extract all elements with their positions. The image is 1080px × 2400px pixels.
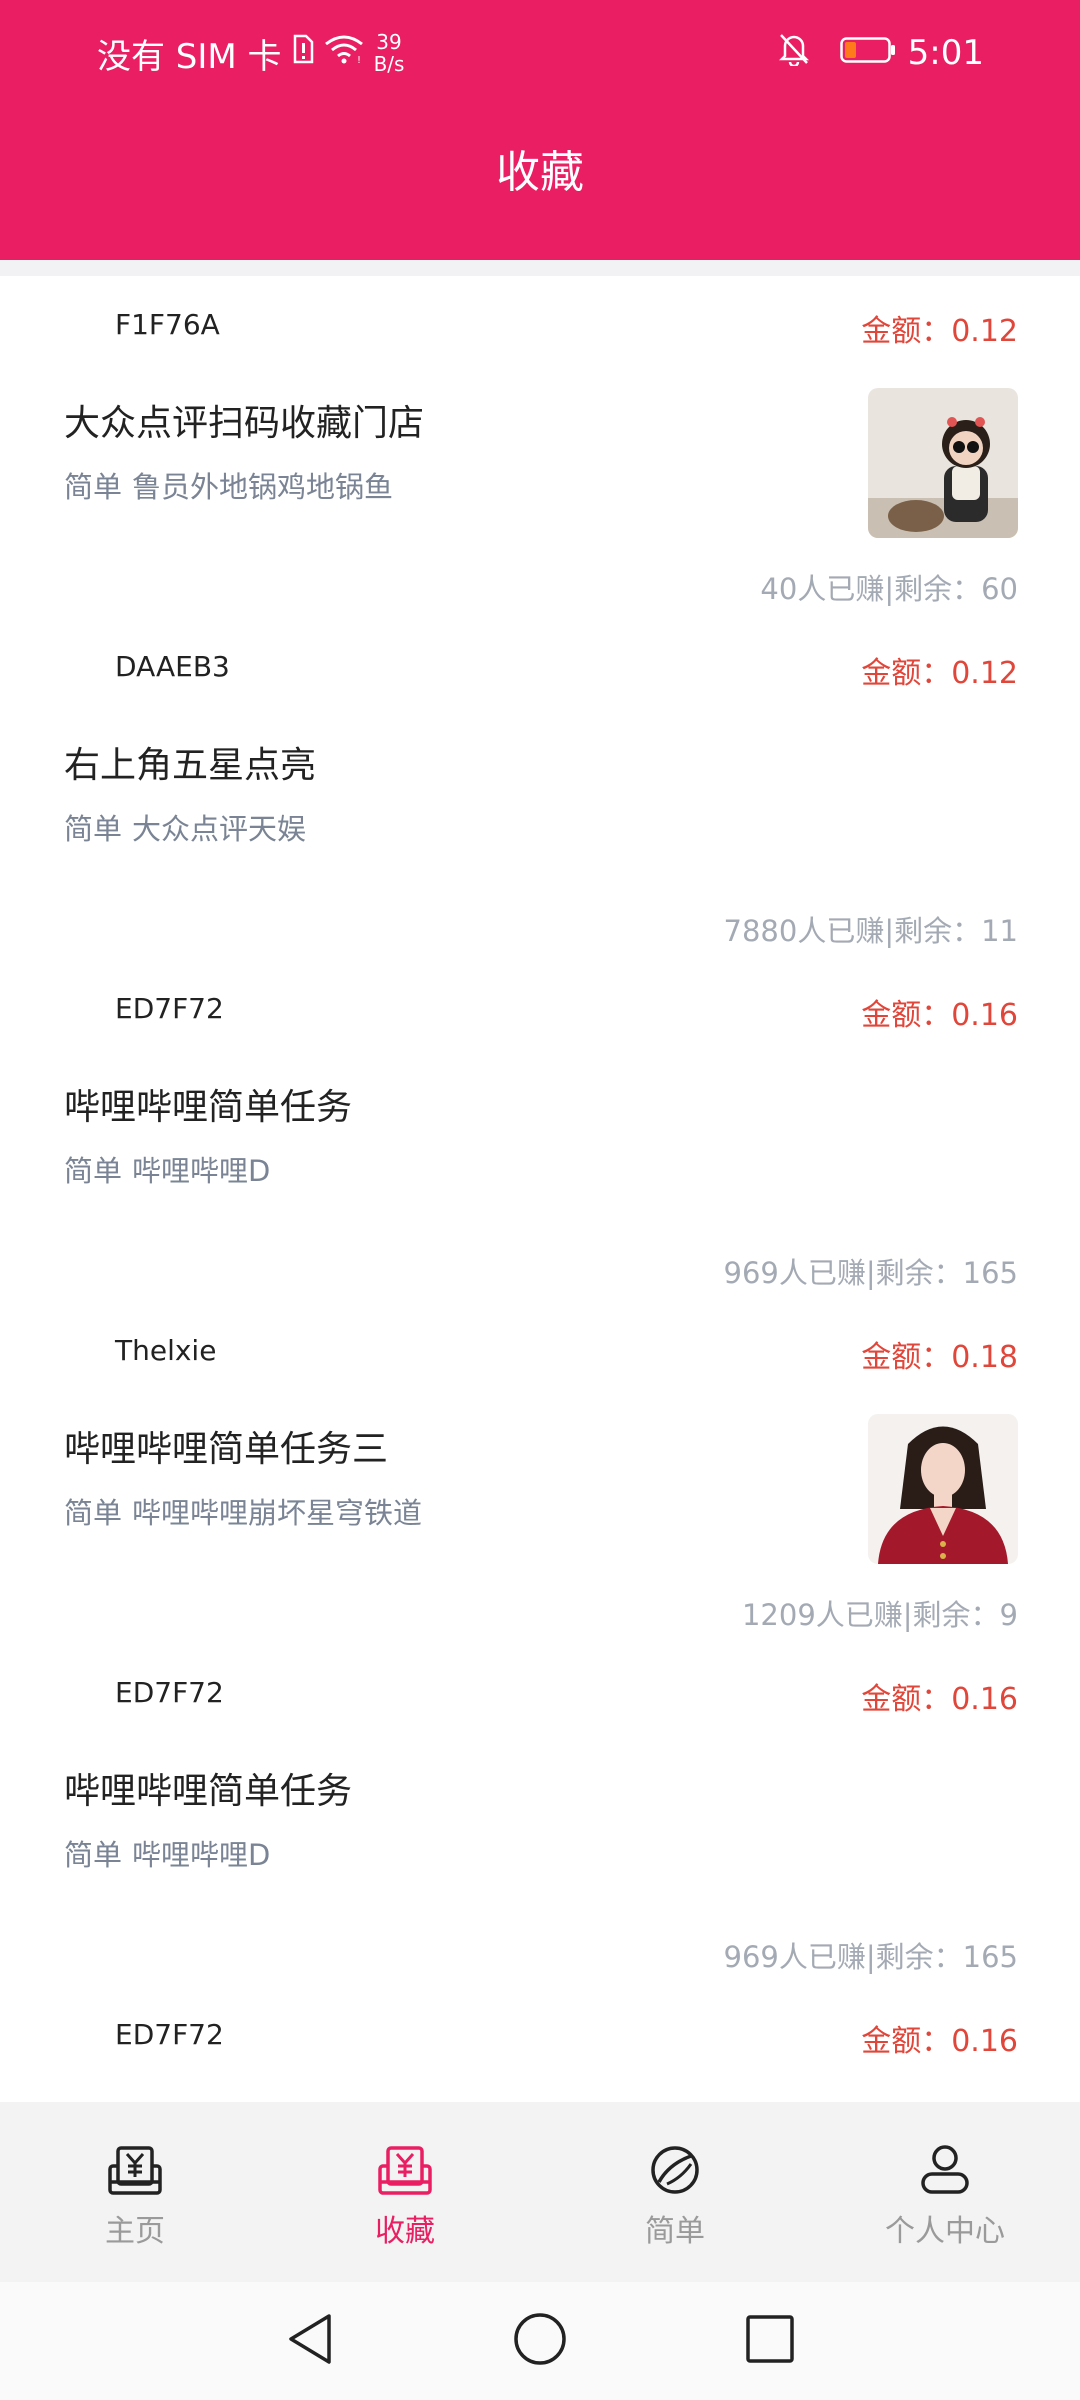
task-stats: 40人已赚|剩余：60	[760, 572, 1018, 606]
task-subtitle: 简单 哔哩哔哩D	[64, 1148, 270, 1190]
task-stats: 969人已赚|剩余：165	[723, 1940, 1018, 1974]
sim-alert-icon	[292, 33, 314, 73]
nav-label-simple: 简单	[645, 2214, 705, 2249]
net-speed: 39 B/s	[374, 31, 405, 75]
task-title: 哔哩哔哩简单任务	[64, 1771, 353, 1812]
nav-item-profile[interactable]: 个人中心	[810, 2102, 1080, 2282]
task-title: 大众点评扫码收藏门店	[64, 403, 425, 444]
home-button[interactable]	[425, 2312, 655, 2370]
task-title: 哔哩哔哩简单任务三	[64, 1429, 389, 1470]
net-speed-value: 39	[376, 30, 402, 54]
task-card[interactable]: ED7F72 金额：0.16 哔哩哔哩简单任务 简单 哔哩哔哩D 969人已赚|剩…	[0, 1644, 1080, 1986]
task-thumbnail-girl-photo	[868, 388, 1018, 538]
net-speed-unit: B/s	[373, 52, 405, 76]
task-subtitle: 简单 哔哩哔哩崩坏星穹铁道	[64, 1490, 422, 1532]
task-card[interactable]: ED7F72 金额：0.16	[0, 1986, 1080, 2102]
favorites-task-list[interactable]: F1F76A 金额：0.12 大众点评扫码收藏门店 简单 鲁员外地锅鸡地锅鱼 40…	[0, 260, 1080, 2102]
task-amount: 金额：0.16	[861, 998, 1018, 1033]
task-stats: 1209人已赚|剩余：9	[741, 1598, 1018, 1632]
nav-item-favorites[interactable]: 收藏	[270, 2102, 540, 2282]
task-amount: 金额：0.16	[861, 2024, 1018, 2059]
nav-label-profile: 个人中心	[885, 2214, 1005, 2249]
task-card[interactable]: DAAEB3 金额：0.12 右上角五星点亮 简单 大众点评天娱 7880人已赚|…	[0, 618, 1080, 960]
system-navigation-bar	[0, 2282, 1080, 2400]
task-title: 右上角五星点亮	[64, 745, 317, 786]
task-stats: 969人已赚|剩余：165	[723, 1256, 1018, 1290]
task-subtitle: 简单 哔哩哔哩D	[64, 1832, 270, 1874]
carrier-text: 没有 SIM 卡	[97, 36, 282, 77]
nav-label-home: 主页	[105, 2214, 165, 2249]
task-thumbnail-woman-photo	[868, 1414, 1018, 1564]
task-difficulty: 简单	[64, 812, 123, 846]
battery-icon	[839, 33, 896, 73]
task-subtitle: 简单 鲁员外地锅鸡地锅鱼	[64, 464, 393, 506]
bell-off-icon	[778, 32, 810, 75]
task-difficulty: 简单	[64, 1154, 123, 1188]
home-yuan-icon	[106, 2144, 164, 2200]
planet-icon	[647, 2144, 703, 2200]
home-circle-icon	[513, 2312, 567, 2370]
nav-item-home[interactable]: 主页	[0, 2102, 270, 2282]
task-amount: 金额：0.18	[861, 1340, 1018, 1375]
back-triangle-icon	[285, 2312, 335, 2370]
task-card[interactable]: ED7F72 金额：0.16 哔哩哔哩简单任务 简单 哔哩哔哩D 969人已赚|剩…	[0, 960, 1080, 1302]
nav-label-favorites: 收藏	[375, 2214, 435, 2249]
task-card[interactable]: Thelxie 金额：0.18 哔哩哔哩简单任务三 简单 哔哩哔哩崩坏星穹铁道 1…	[0, 1302, 1080, 1644]
page-title: 收藏	[496, 147, 584, 198]
task-publisher-code: F1F76A	[115, 308, 220, 341]
back-button[interactable]	[195, 2312, 425, 2370]
svg-text:!: !	[357, 55, 361, 64]
task-amount: 金额：0.12	[861, 656, 1018, 691]
favorites-yuan-icon	[376, 2144, 434, 2200]
status-bar: 没有 SIM 卡 ! 39 B/s 5:01	[0, 0, 1080, 108]
task-app-name: 哔哩哔哩D	[132, 1154, 271, 1188]
task-publisher-code: Thelxie	[115, 1334, 217, 1367]
task-card[interactable]: F1F76A 金额：0.12 大众点评扫码收藏门店 简单 鲁员外地锅鸡地锅鱼 40…	[0, 276, 1080, 618]
task-subtitle: 简单 大众点评天娱	[64, 806, 306, 848]
task-app-name: 大众点评天娱	[132, 812, 307, 846]
task-publisher-code: ED7F72	[115, 2018, 224, 2051]
task-stats: 7880人已赚|剩余：11	[723, 914, 1018, 948]
task-app-name: 鲁员外地锅鸡地锅鱼	[132, 470, 394, 504]
task-publisher-code: ED7F72	[115, 1676, 224, 1709]
task-difficulty: 简单	[64, 1838, 123, 1872]
status-right: 5:01	[778, 28, 984, 78]
recents-button[interactable]	[655, 2314, 885, 2368]
person-icon	[917, 2144, 973, 2200]
status-left: 没有 SIM 卡 ! 39 B/s	[97, 28, 404, 78]
task-amount: 金额：0.16	[861, 1682, 1018, 1717]
task-difficulty: 简单	[64, 1496, 123, 1530]
list-top-divider	[0, 260, 1080, 276]
task-amount: 金额：0.12	[861, 314, 1018, 349]
bottom-navigation: 主页 收藏 简单 个人中心	[0, 2102, 1080, 2282]
app-header: 收藏	[0, 108, 1080, 260]
task-publisher-code: DAAEB3	[115, 650, 230, 683]
task-difficulty: 简单	[64, 470, 123, 504]
clock-time: 5:01	[907, 33, 984, 73]
nav-item-simple[interactable]: 简单	[540, 2102, 810, 2282]
task-app-name: 哔哩哔哩D	[132, 1838, 271, 1872]
wifi-icon: !	[324, 33, 364, 73]
recents-square-icon	[745, 2314, 795, 2368]
task-title: 哔哩哔哩简单任务	[64, 1087, 353, 1128]
task-publisher-code: ED7F72	[115, 992, 224, 1025]
task-app-name: 哔哩哔哩崩坏星穹铁道	[132, 1496, 423, 1530]
